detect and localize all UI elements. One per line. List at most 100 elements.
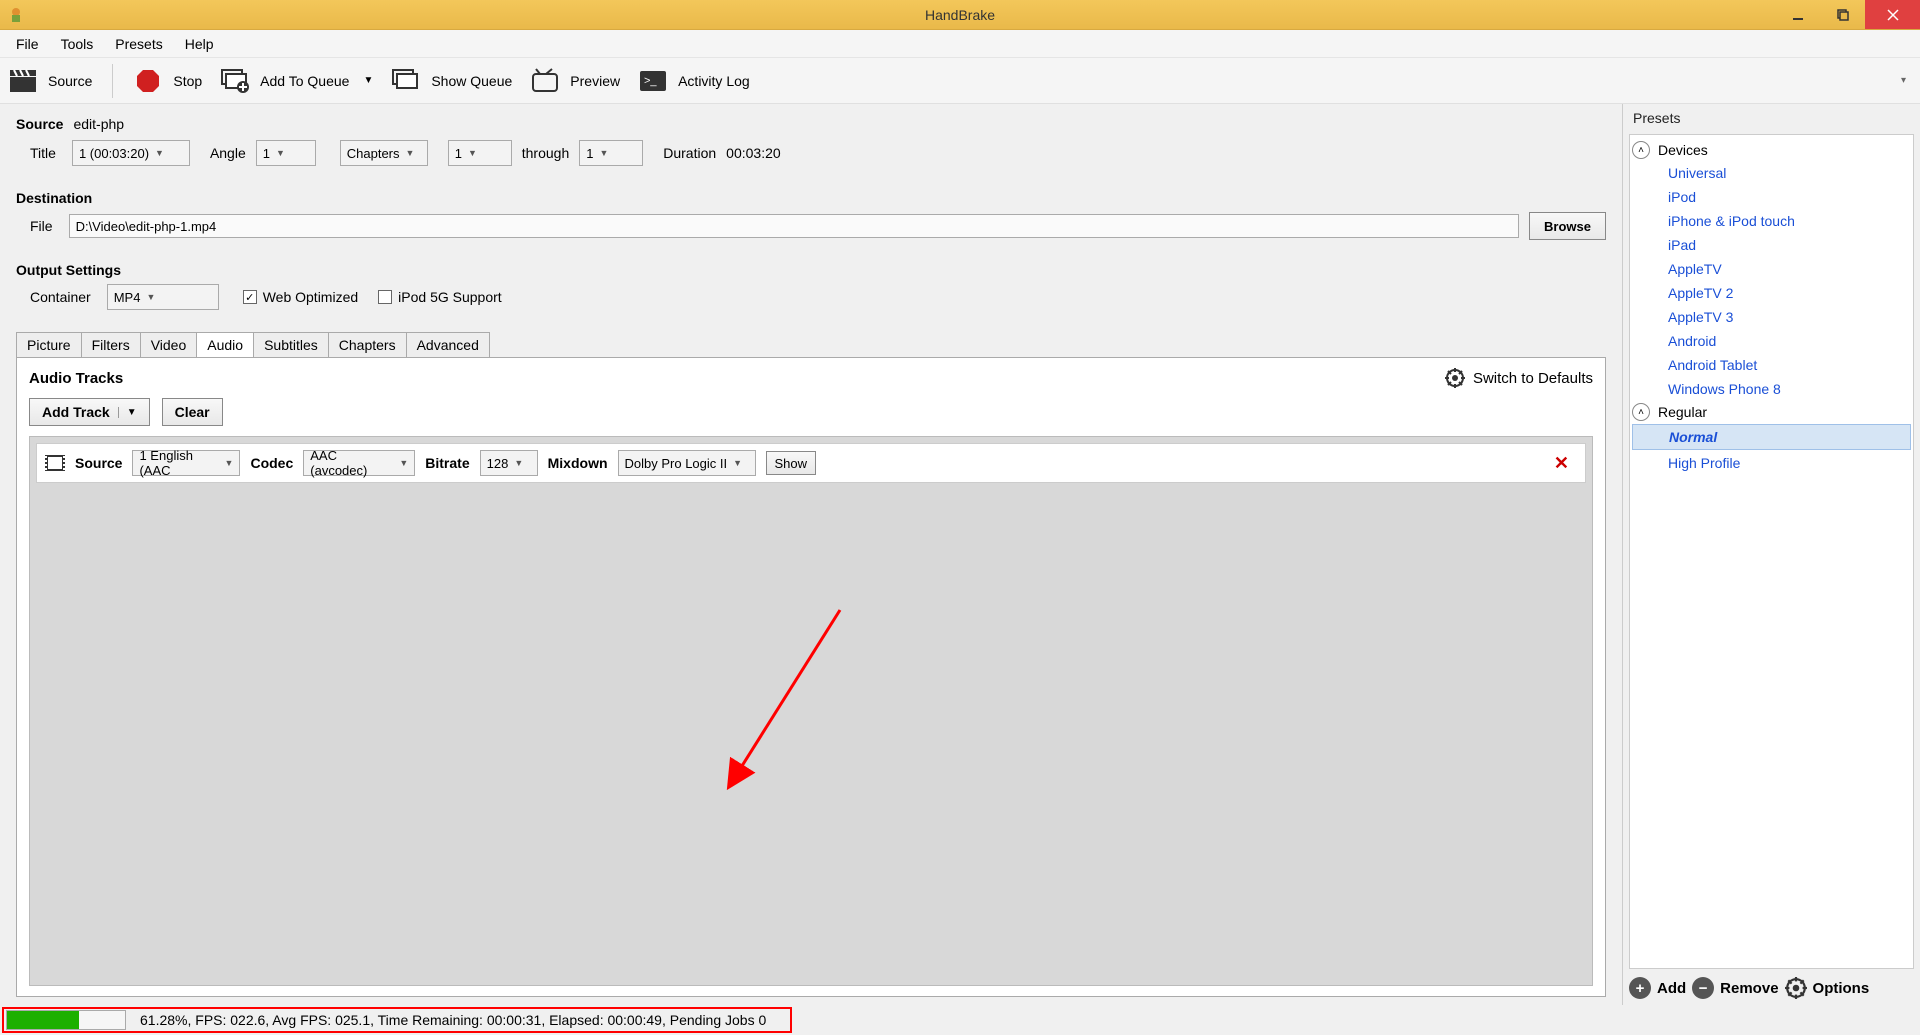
tool-add-queue[interactable]: Add To Queue ▼ [220,66,373,96]
remove-track-icon[interactable]: ✕ [1546,453,1577,474]
destination-input[interactable] [69,214,1519,238]
container-select[interactable]: MP4▼ [107,284,219,310]
progress-fill [7,1011,79,1029]
preset-group-label: Devices [1658,142,1708,158]
source-value: edit-php [73,116,124,132]
track-show-button[interactable]: Show [766,451,817,475]
tool-preview[interactable]: Preview [530,66,620,96]
preset-appletv3[interactable]: AppleTV 3 [1632,305,1911,329]
presets-panel: Presets ˄ Devices Universal iPod iPhone … [1622,104,1920,1005]
clear-button[interactable]: Clear [162,398,223,426]
range-type-value: Chapters [347,146,400,161]
track-bitrate-label: Bitrate [425,455,469,471]
chapter-from-value: 1 [455,146,462,161]
audio-panel: Audio Tracks Switch to Defaults Add Trac… [16,357,1606,997]
preset-android-tablet[interactable]: Android Tablet [1632,353,1911,377]
tab-advanced[interactable]: Advanced [406,332,490,357]
preset-add-button[interactable]: + Add [1629,977,1686,999]
tab-video[interactable]: Video [140,332,198,357]
close-button[interactable] [1865,0,1920,29]
preset-group-regular[interactable]: ˄ Regular [1632,401,1911,423]
statusbar: 61.28%, FPS: 022.6, Avg FPS: 025.1, Time… [0,1005,1920,1035]
add-queue-icon [220,66,250,96]
browse-button[interactable]: Browse [1529,212,1606,240]
title-select[interactable]: 1 (00:03:20)▼ [72,140,190,166]
track-bitrate-select[interactable]: 128▼ [480,450,538,476]
angle-label: Angle [200,145,246,161]
maximize-button[interactable] [1820,0,1865,29]
switch-to-defaults[interactable]: Switch to Defaults [1445,368,1593,388]
checkbox-icon [378,290,392,304]
preset-group-devices[interactable]: ˄ Devices [1632,139,1911,161]
audio-track-row: Source 1 English (AAC▼ Codec AAC (avcode… [36,443,1586,483]
add-track-button[interactable]: Add Track ▼ [29,398,150,426]
duration-label: Duration [653,145,716,161]
preset-iphone-ipod-touch[interactable]: iPhone & iPod touch [1632,209,1911,233]
tool-stop[interactable]: Stop [133,66,202,96]
angle-select[interactable]: 1▼ [256,140,316,166]
chapter-from-select[interactable]: 1▼ [448,140,512,166]
preset-windows-phone-8[interactable]: Windows Phone 8 [1632,377,1911,401]
preset-universal[interactable]: Universal [1632,161,1911,185]
tab-subtitles[interactable]: Subtitles [253,332,329,357]
preset-footer: + Add − Remove Options [1629,969,1914,999]
preset-options-button[interactable]: Options [1785,977,1870,999]
minimize-button[interactable] [1775,0,1820,29]
tab-picture[interactable]: Picture [16,332,82,357]
preset-appletv2[interactable]: AppleTV 2 [1632,281,1911,305]
status-text: 61.28%, FPS: 022.6, Avg FPS: 025.1, Time… [140,1012,766,1028]
track-source-select[interactable]: 1 English (AAC▼ [132,450,240,476]
tool-source[interactable]: Source [8,66,92,96]
track-codec-value: AAC (avcodec) [310,448,393,478]
tv-icon [530,66,560,96]
preset-normal[interactable]: Normal [1632,424,1911,450]
track-list: Source 1 English (AAC▼ Codec AAC (avcode… [29,436,1593,986]
preset-ipod[interactable]: iPod [1632,185,1911,209]
chevron-down-icon: ▼ [363,75,373,86]
progress-bar [6,1010,126,1030]
track-source-value: 1 English (AAC [139,448,218,478]
menu-presets[interactable]: Presets [105,32,172,56]
svg-text:>_: >_ [644,75,657,87]
audio-tracks-title: Audio Tracks [29,370,123,387]
tool-show-queue[interactable]: Show Queue [391,66,512,96]
tool-show-queue-label: Show Queue [431,73,512,89]
clapperboard-icon [8,66,38,96]
preset-appletv[interactable]: AppleTV [1632,257,1911,281]
collapse-icon: ˄ [1632,403,1650,421]
titlebar: HandBrake [0,0,1920,30]
preset-ipad[interactable]: iPad [1632,233,1911,257]
menu-file[interactable]: File [6,32,49,56]
app-icon [6,5,26,25]
chapter-to-select[interactable]: 1▼ [579,140,643,166]
checkbox-icon: ✓ [243,290,257,304]
toolbar-overflow[interactable]: ▾ [1895,75,1912,86]
tab-audio[interactable]: Audio [196,332,254,357]
add-track-label: Add Track [42,404,110,420]
track-mixdown-select[interactable]: Dolby Pro Logic II▼ [618,450,756,476]
through-label: through [522,145,569,161]
ipod5g-checkbox[interactable]: iPod 5G Support [378,289,502,305]
web-optimized-checkbox[interactable]: ✓ Web Optimized [243,289,358,305]
destination-label: Destination [16,190,1606,206]
tool-add-queue-label: Add To Queue [260,73,349,89]
menu-help[interactable]: Help [175,32,224,56]
track-codec-select[interactable]: AAC (avcodec)▼ [303,450,415,476]
preset-high-profile[interactable]: High Profile [1632,451,1911,475]
window-controls [1775,0,1920,29]
file-label: File [16,218,59,234]
preset-remove-button[interactable]: − Remove [1692,977,1778,999]
chapter-to-value: 1 [586,146,593,161]
title-label: Title [16,145,62,161]
tool-source-label: Source [48,73,92,89]
gear-icon [1785,977,1807,999]
tool-activity-log[interactable]: >_ Activity Log [638,66,750,96]
range-type-select[interactable]: Chapters▼ [340,140,428,166]
tab-chapters[interactable]: Chapters [328,332,407,357]
menu-tools[interactable]: Tools [51,32,104,56]
preset-android[interactable]: Android [1632,329,1911,353]
tab-filters[interactable]: Filters [81,332,141,357]
stop-icon [133,66,163,96]
container-label: Container [16,289,97,305]
minus-icon: − [1692,977,1714,999]
